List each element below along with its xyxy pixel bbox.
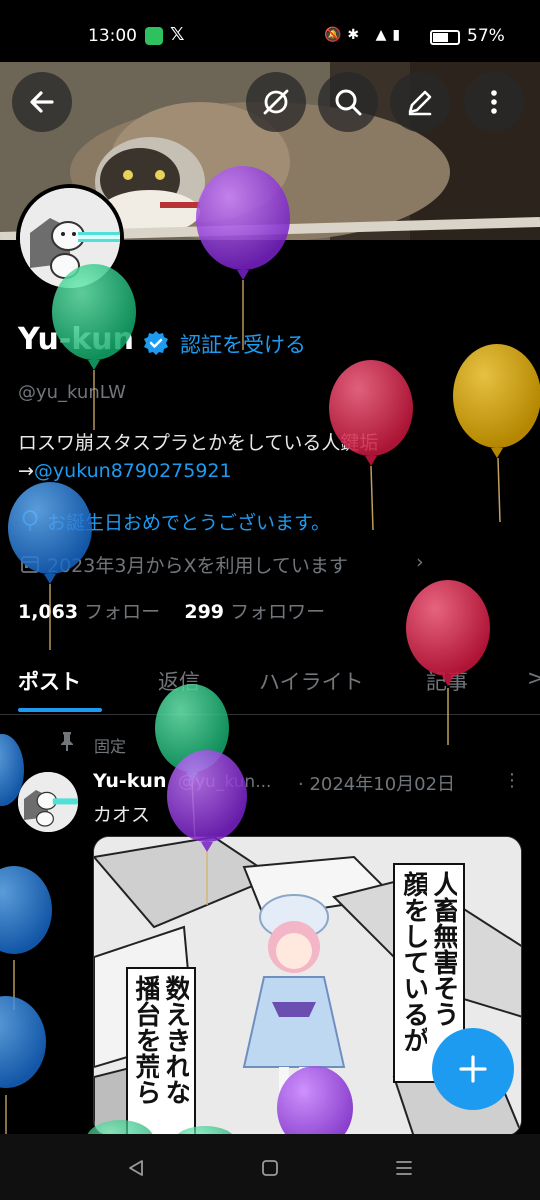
post-author-handle[interactable]: @yu_kun... <box>178 772 271 792</box>
followers-label: フォロワー <box>230 601 326 623</box>
post-avatar[interactable] <box>18 772 78 832</box>
post-more-icon[interactable]: ⋮ <box>503 770 521 791</box>
x-logo-icon: 𝕏 <box>170 24 185 45</box>
active-tab-indicator <box>18 708 102 712</box>
app-notification-icon <box>145 27 163 45</box>
plus-icon <box>459 1055 487 1083</box>
post-author-name[interactable]: Yu-kun <box>93 770 166 792</box>
post-date: · 2024年10月02日 <box>298 774 456 795</box>
system-status-icons: 🔕✱ ▲▮ <box>324 27 407 43</box>
post-text: カオス <box>93 804 151 826</box>
hide-icon <box>263 89 289 115</box>
profile-handle: @yu_kunLW <box>18 382 126 403</box>
status-time: 13:00 <box>88 26 137 46</box>
tab-more[interactable]: > <box>527 666 540 690</box>
following-count: 1,063 <box>18 601 79 623</box>
edit-icon <box>408 90 432 116</box>
bio-mention-link[interactable]: @yukun8790275921 <box>34 460 232 482</box>
profile-avatar[interactable] <box>16 184 124 292</box>
joined-date[interactable]: 2023年3月からXを利用しています <box>47 551 348 578</box>
following-link[interactable]: 1,063 フォロー <box>18 601 160 623</box>
birthday-message[interactable]: お誕生日おめでとうございます。 <box>47 508 330 535</box>
manga-caption-line: 数えきれな <box>163 975 189 1105</box>
battery-percent: 57% <box>467 26 505 46</box>
recents-menu-icon[interactable] <box>394 1158 414 1178</box>
profile-bio-line2: →@yukun8790275921 <box>18 460 232 482</box>
battery-icon <box>430 30 460 45</box>
tab-replies[interactable]: 返信 <box>158 666 200 696</box>
calendar-icon <box>21 556 39 573</box>
followers-link[interactable]: 299 フォロワー <box>184 601 325 623</box>
bio-arrow: → <box>18 460 34 482</box>
manga-caption-line: 顔をしているが <box>401 871 427 1053</box>
tab-posts[interactable]: ポスト <box>18 666 81 696</box>
chevron-right-icon[interactable]: › <box>416 551 424 573</box>
hide-button[interactable] <box>246 72 306 132</box>
following-label: フォロー <box>84 601 161 623</box>
more-vertical-icon <box>491 90 497 114</box>
tab-articles[interactable]: 記事 <box>426 666 468 696</box>
home-square-icon[interactable] <box>260 1158 280 1178</box>
search-button[interactable] <box>318 72 378 132</box>
profile-bio-line1: ロスワ崩スタスプラとかをしている人鍵垢 <box>18 432 379 454</box>
verified-badge-icon[interactable] <box>143 330 169 356</box>
back-triangle-icon[interactable] <box>126 1158 146 1178</box>
back-arrow-icon <box>30 91 54 113</box>
compose-post-button[interactable] <box>432 1028 514 1110</box>
edit-button[interactable] <box>390 72 450 132</box>
profile-display-name: Yu-kun <box>18 322 135 357</box>
get-verified-link[interactable]: 認証を受ける <box>180 329 306 359</box>
balloon-icon <box>22 510 38 531</box>
manga-caption-line: 播台を荒ら <box>133 975 159 1105</box>
manga-caption-left: 数えきれな 播台を荒ら <box>126 967 196 1135</box>
follow-stats: 1,063 フォロー 299 フォロワー <box>18 597 325 624</box>
followers-count: 299 <box>184 601 225 623</box>
back-button[interactable] <box>12 72 72 132</box>
search-icon <box>335 89 362 116</box>
system-nav-bar <box>0 1134 540 1200</box>
more-button[interactable] <box>464 72 524 132</box>
tab-highlights[interactable]: ハイライト <box>259 666 364 696</box>
pin-icon <box>61 732 73 751</box>
pinned-label: 固定 <box>94 737 127 756</box>
tab-divider <box>0 714 540 715</box>
status-bar: 13:00 𝕏 🔕✱ ▲▮ 57% <box>0 0 540 62</box>
